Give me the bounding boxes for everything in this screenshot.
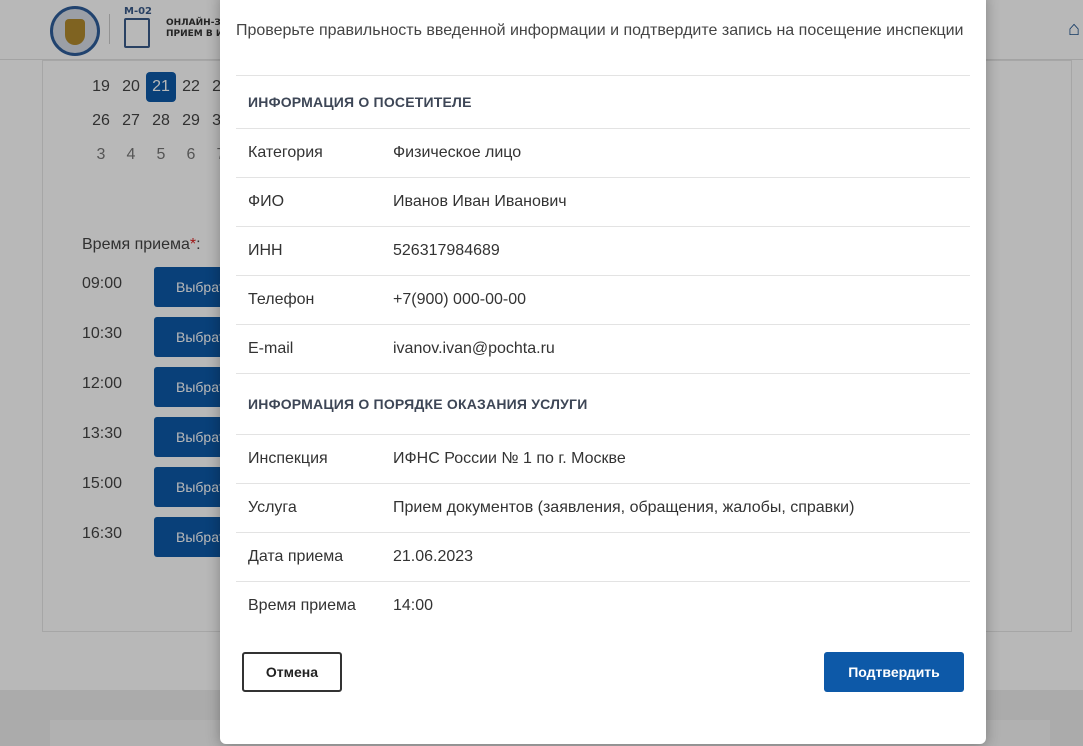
info-row-phone: Телефон +7(900) 000-00-00 — [236, 275, 970, 324]
confirmation-modal: Проверьте правильность введенной информа… — [220, 0, 986, 744]
row-label: E-mail — [248, 340, 294, 357]
row-value: Физическое лицо — [393, 144, 522, 161]
row-value: ivanov.ivan@pochta.ru — [393, 340, 555, 357]
row-value: Иванов Иван Иванович — [393, 193, 567, 210]
service-section-heading: ИНФОРМАЦИЯ О ПОРЯДКЕ ОКАЗАНИЯ УСЛУГИ — [236, 373, 970, 434]
info-table: ИНФОРМАЦИЯ О ПОСЕТИТЕЛЕ Категория Физиче… — [236, 75, 970, 630]
row-label: ИНН — [248, 242, 283, 259]
row-value: ИФНС России № 1 по г. Москве — [393, 450, 626, 467]
row-label: Время приема — [248, 597, 356, 614]
info-row-service: Услуга Прием документов (заявления, обра… — [236, 483, 970, 532]
row-label: ФИО — [248, 193, 285, 210]
info-row-fio: ФИО Иванов Иван Иванович — [236, 177, 970, 226]
row-label: Телефон — [248, 291, 315, 308]
row-label: Инспекция — [248, 450, 328, 467]
row-value: 526317984689 — [393, 242, 500, 259]
info-row-date: Дата приема 21.06.2023 — [236, 532, 970, 581]
info-row-time: Время приема 14:00 — [236, 581, 970, 630]
info-row-inspection: Инспекция ИФНС России № 1 по г. Москве — [236, 434, 970, 483]
row-label: Дата приема — [248, 548, 344, 565]
visitor-section-heading: ИНФОРМАЦИЯ О ПОСЕТИТЕЛЕ — [236, 75, 970, 128]
row-value: 21.06.2023 — [393, 548, 474, 565]
modal-intro-text: Проверьте правильность введенной информа… — [236, 22, 964, 39]
cancel-button[interactable]: Отмена — [242, 652, 342, 692]
info-row-email: E-mail ivanov.ivan@pochta.ru — [236, 324, 970, 373]
row-label: Категория — [248, 144, 323, 161]
row-label: Услуга — [248, 499, 297, 516]
row-value: +7(900) 000-00-00 — [393, 291, 526, 308]
row-value: Прием документов (заявления, обращения, … — [393, 499, 855, 516]
info-row-category: Категория Физическое лицо — [236, 128, 970, 177]
info-row-inn: ИНН 526317984689 — [236, 226, 970, 275]
row-value: 14:00 — [393, 597, 434, 614]
confirm-button[interactable]: Подтвердить — [824, 652, 964, 692]
